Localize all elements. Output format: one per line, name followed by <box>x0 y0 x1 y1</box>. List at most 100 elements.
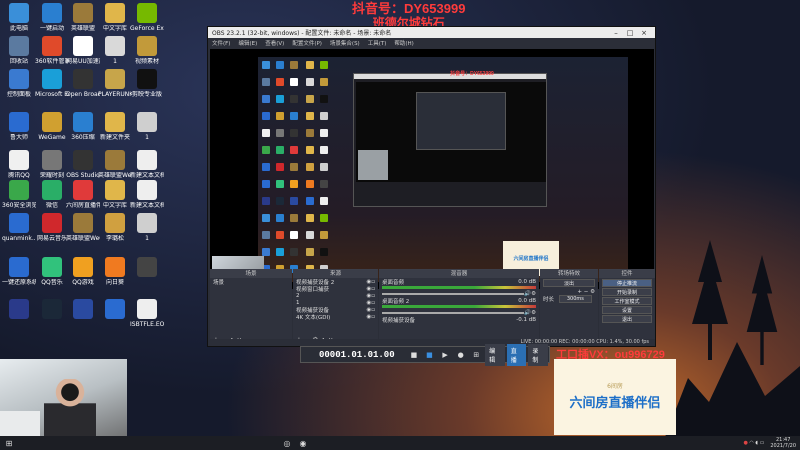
desktop-icon[interactable]: quanmink... <box>2 213 36 242</box>
stop-icon[interactable]: ■ <box>424 350 436 360</box>
desktop-icon[interactable]: ISBTFLE.EO... <box>130 299 164 328</box>
speaker-icon[interactable]: 🔊 <box>524 310 531 316</box>
obs-taskbar-icon[interactable]: ◉ <box>296 437 310 449</box>
desktop-icon[interactable]: 李璐松 <box>98 213 132 242</box>
source-item[interactable]: 视频窗口捕获 ◉ ▫ <box>293 285 378 293</box>
desktop-icon[interactable]: PLAYERUNKNOWN'S BATTLEGR... <box>98 69 132 98</box>
scene-item[interactable]: 场景 <box>210 278 292 286</box>
desktop-icon[interactable]: 六间房直播伴侣 <box>66 180 100 209</box>
lock-icon[interactable]: ▫ <box>371 293 375 299</box>
gear-icon[interactable]: ⚙ <box>531 291 536 297</box>
desktop-icon[interactable] <box>66 299 100 321</box>
desktop-icon[interactable]: 回收站 <box>2 36 36 65</box>
wifi-icon[interactable]: ◠ <box>749 440 753 446</box>
close-icon[interactable]: × <box>637 29 651 37</box>
lock-icon[interactable]: ▫ <box>371 300 375 306</box>
desktop-icon[interactable] <box>130 257 164 279</box>
gear-icon[interactable]: ⚙ <box>531 310 536 316</box>
volume-icon[interactable]: ◖ <box>755 440 758 446</box>
play-icon[interactable]: ▶ <box>439 350 451 360</box>
clock[interactable]: 21:47 2021/7/20 <box>770 437 796 449</box>
desktop-icon[interactable]: 新建文件夹 <box>98 112 132 141</box>
source-item[interactable]: 2 ◉ ▫ <box>293 292 378 299</box>
desktop-icon[interactable]: 1 <box>130 213 164 242</box>
obs-title-bar[interactable]: OBS 23.2.1 (32-bit, windows) - 配置文件: 未命名… <box>208 27 655 38</box>
desktop-icon[interactable]: 一键还原系统 <box>2 257 36 286</box>
edit-button[interactable]: 编辑 <box>485 343 505 366</box>
menu-view[interactable]: 查看(V) <box>265 39 284 47</box>
menu-profile[interactable]: 配置文件(P) <box>292 39 322 47</box>
desktop-icon[interactable]: Microsoft Edge <box>35 69 69 98</box>
record-button[interactable]: 录制 <box>528 343 548 366</box>
exit-button[interactable]: 退出 <box>602 315 652 323</box>
desktop-icon[interactable]: 向日葵 <box>98 257 132 286</box>
desktop-icon[interactable]: 新建文本文档 <box>130 150 164 179</box>
desktop-icon[interactable]: 控制面板 <box>2 69 36 98</box>
minimize-icon[interactable]: – <box>609 29 623 37</box>
menu-edit[interactable]: 编辑(E) <box>238 39 257 47</box>
transition-select[interactable]: 淡出 <box>543 279 595 287</box>
search-icon[interactable]: ◎ <box>280 437 294 449</box>
maximize-icon[interactable]: □ <box>623 29 637 37</box>
desktop-icon[interactable]: WeGame <box>35 112 69 141</box>
desktop-icon[interactable]: 英雄联盟WeGame版 <box>98 150 132 179</box>
desktop-icon[interactable]: 新建文本文档 (2) <box>130 180 164 209</box>
desktop-icon[interactable]: 腾讯QQ <box>2 150 36 179</box>
menu-file[interactable]: 文件(F) <box>212 39 230 47</box>
desktop-icon[interactable] <box>98 299 132 321</box>
desktop-icon[interactable]: QQ游戏 <box>66 257 100 286</box>
desktop-icon[interactable] <box>35 299 69 321</box>
lock-icon[interactable]: ▫ <box>371 279 375 285</box>
desktop-icon[interactable]: Open Broadcaster <box>66 69 100 98</box>
start-recording-button[interactable]: 开始录制 <box>602 288 652 296</box>
menu-scene-collection[interactable]: 场景集合(S) <box>330 39 360 47</box>
desktop-icon[interactable]: 1 <box>130 112 164 141</box>
desktop-icon[interactable]: 中文字库 <box>98 180 132 209</box>
menu-help[interactable]: 帮助(H) <box>394 39 413 47</box>
start-icon[interactable]: ⊞ <box>2 437 16 449</box>
desktop-icon[interactable]: 视频素材 <box>130 36 164 65</box>
game-icon <box>42 150 62 170</box>
gamepad-icon[interactable]: ⊞ <box>471 350 483 360</box>
menu-tools[interactable]: 工具(T) <box>368 39 387 47</box>
desktop-icon[interactable]: 一键启动 <box>35 3 69 32</box>
desktop-icon[interactable]: 此电脑 <box>2 3 36 32</box>
desktop-icon[interactable]: 英雄联盟WeGame版 <box>66 213 100 242</box>
desktop-icon[interactable]: QQ音乐 <box>35 257 69 286</box>
battery-icon[interactable]: ▭ <box>760 440 765 446</box>
record-icon[interactable]: ● <box>455 350 467 360</box>
desktop-icon[interactable]: 鲁大师 <box>2 112 36 141</box>
stop-streaming-button[interactable]: 停止推流 <box>602 279 652 287</box>
desktop-icon[interactable]: 网易云音乐 <box>35 213 69 242</box>
lock-icon[interactable]: ▫ <box>371 307 375 313</box>
lock-icon[interactable]: ▫ <box>371 286 375 292</box>
desktop-icon[interactable]: 360软件管家 <box>35 36 69 65</box>
desktop-icon[interactable]: OBS Studio <box>66 150 100 179</box>
tray-icons[interactable]: ● <box>743 440 747 446</box>
source-item[interactable]: 4K 文本(GDI) ◉ ▫ <box>293 313 378 321</box>
desktop-icon[interactable]: 英雄联盟 <box>66 3 100 32</box>
desktop-icon[interactable]: 360压缩 <box>66 112 100 141</box>
obs-preview[interactable]: 抖音号：DY653999 六间房直播伴侣 <box>210 49 654 289</box>
live-button[interactable]: 直播 <box>506 343 527 366</box>
preview-desktop-icon <box>306 180 314 188</box>
speaker-icon[interactable]: 🔊 <box>524 291 531 297</box>
desktop-icon[interactable]: 1 <box>98 36 132 65</box>
lock-icon[interactable]: ▫ <box>371 314 375 320</box>
desktop-icon[interactable]: 中文字库 <box>98 3 132 32</box>
desktop-icon[interactable]: 360安全浏览器 <box>2 180 36 209</box>
volume-slider[interactable] <box>382 292 525 295</box>
desktop-icon[interactable]: 剪映专业版 <box>130 69 164 98</box>
desktop-icon[interactable]: GeForce Experience <box>130 3 164 32</box>
duration-input[interactable]: 300ms <box>558 294 592 303</box>
volume-slider[interactable] <box>382 311 525 314</box>
desktop-icon[interactable] <box>2 299 36 321</box>
settings-button[interactable]: 设置 <box>602 306 652 314</box>
studio-mode-button[interactable]: 工作室模式 <box>602 297 652 305</box>
desktop-icon[interactable]: 荣耀时刻 <box>35 150 69 179</box>
obs-window[interactable]: OBS 23.2.1 (32-bit, windows) - 配置文件: 未命名… <box>207 26 656 347</box>
desktop-icon[interactable]: 网易UU加速器 <box>66 36 100 65</box>
sunflower-icon <box>105 257 125 277</box>
prev-icon[interactable]: ■ <box>408 350 420 360</box>
desktop-icon[interactable]: 微信 <box>35 180 69 209</box>
